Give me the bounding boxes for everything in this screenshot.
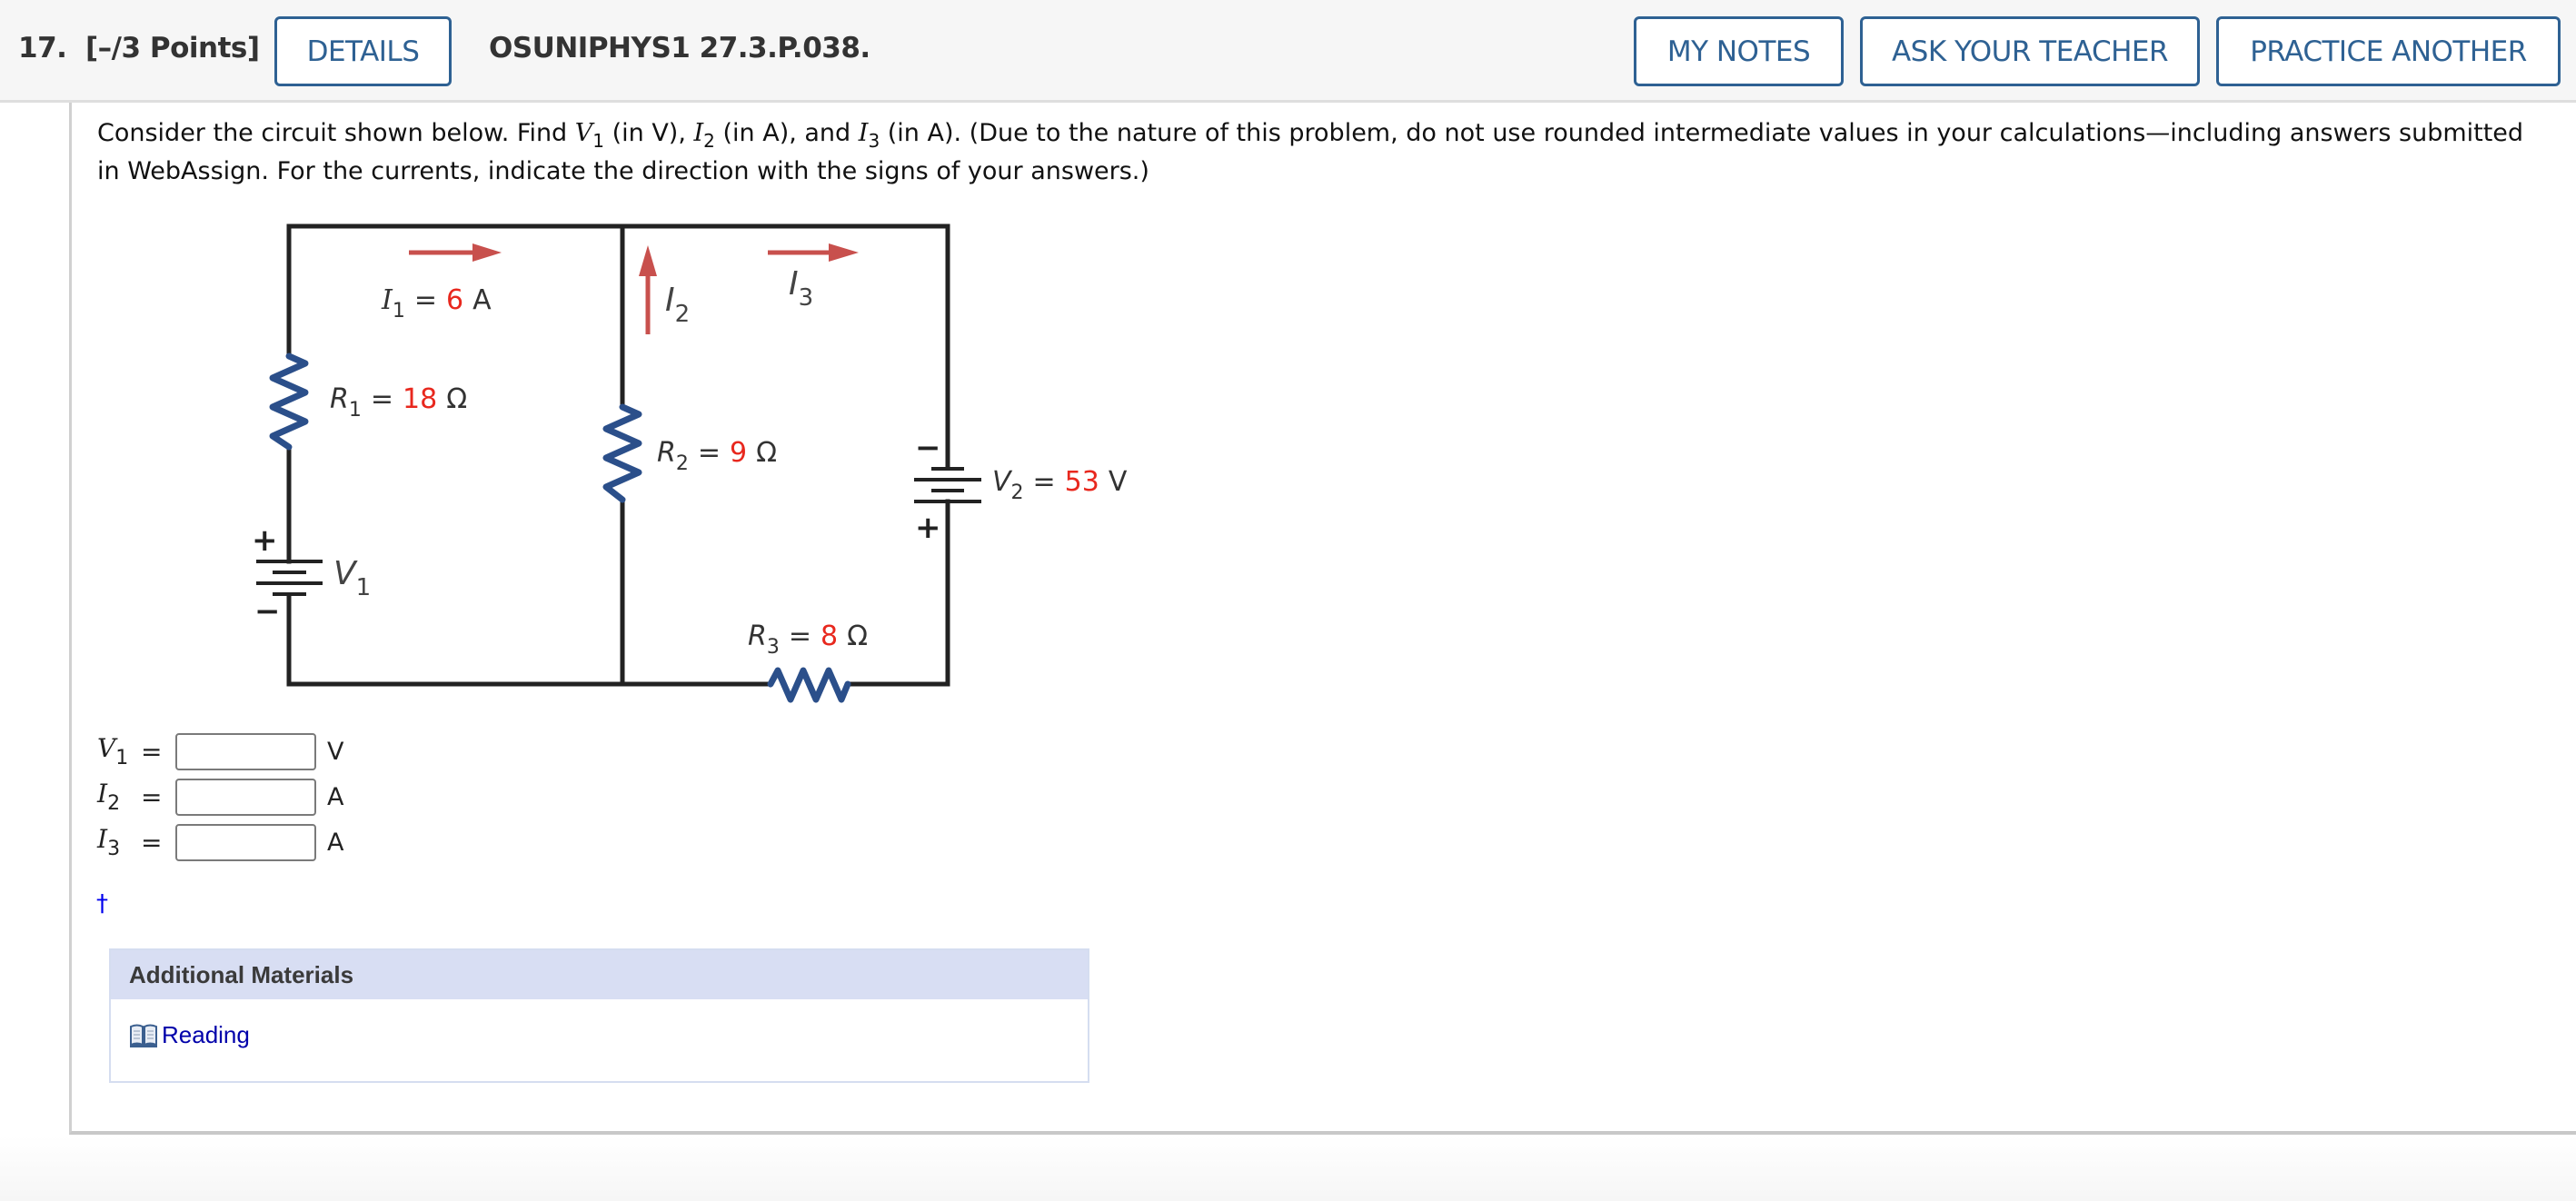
dagger-footnote-link[interactable]: † (96, 890, 108, 918)
equals-sign: = (141, 736, 163, 767)
i3-subscript: 3 (868, 130, 880, 152)
question-number: 17. (18, 32, 67, 65)
practice-another-button[interactable]: PRACTICE ANOTHER (2216, 16, 2561, 86)
i2-answer-input[interactable] (175, 778, 316, 816)
equals-sign: = (141, 827, 163, 858)
unit-label: A (327, 828, 344, 857)
i2-symbol: I (693, 119, 704, 147)
additional-materials-box: Additional Materials Reading (109, 948, 1089, 1083)
reading-link-label[interactable]: Reading (162, 1021, 250, 1049)
question-number-points: 17. [–/3 Points] (18, 32, 260, 65)
book-icon (130, 1024, 157, 1047)
answer-label-i3: I3 (97, 824, 121, 860)
question-text-part: Consider the circuit shown below. Find (97, 119, 575, 147)
i3-answer-input[interactable] (175, 823, 316, 861)
v1-subscript: 1 (592, 130, 605, 152)
answer-row-i3: I3 = A (97, 822, 343, 862)
unit-label: V (327, 737, 344, 766)
additional-materials-title: Additional Materials (111, 950, 1088, 999)
answer-row-i2: I2 = A (97, 777, 343, 817)
question-header: 17. [–/3 Points] DETAILS OSUNIPHYS1 27.3… (0, 0, 2576, 103)
answer-row-v1: V1 = V (97, 731, 343, 771)
ask-your-teacher-button[interactable]: ASK YOUR TEACHER (1860, 16, 2200, 86)
i2-subscript: 2 (703, 130, 715, 152)
unit-label: A (327, 782, 344, 811)
equals-sign: = (141, 781, 163, 812)
v1-answer-input[interactable] (175, 732, 316, 770)
question-text-part: (in V), (604, 119, 694, 147)
details-button[interactable]: DETAILS (274, 16, 452, 86)
v1-symbol: V (574, 119, 593, 147)
answer-label-i2: I2 (97, 779, 121, 815)
page-bottom-area (0, 1136, 2576, 1201)
problem-id: OSUNIPHYS1 27.3.P.038. (489, 32, 870, 65)
my-notes-button[interactable]: MY NOTES (1634, 16, 1844, 86)
question-text-part: (in A), and (714, 119, 859, 147)
points-label: [–/3 Points] (85, 32, 260, 65)
reading-link[interactable]: Reading (129, 1021, 250, 1049)
i3-symbol: I (858, 119, 869, 147)
question-text: Consider the circuit shown below. Find V… (97, 114, 2551, 191)
answer-label-v1: V1 (97, 733, 129, 769)
